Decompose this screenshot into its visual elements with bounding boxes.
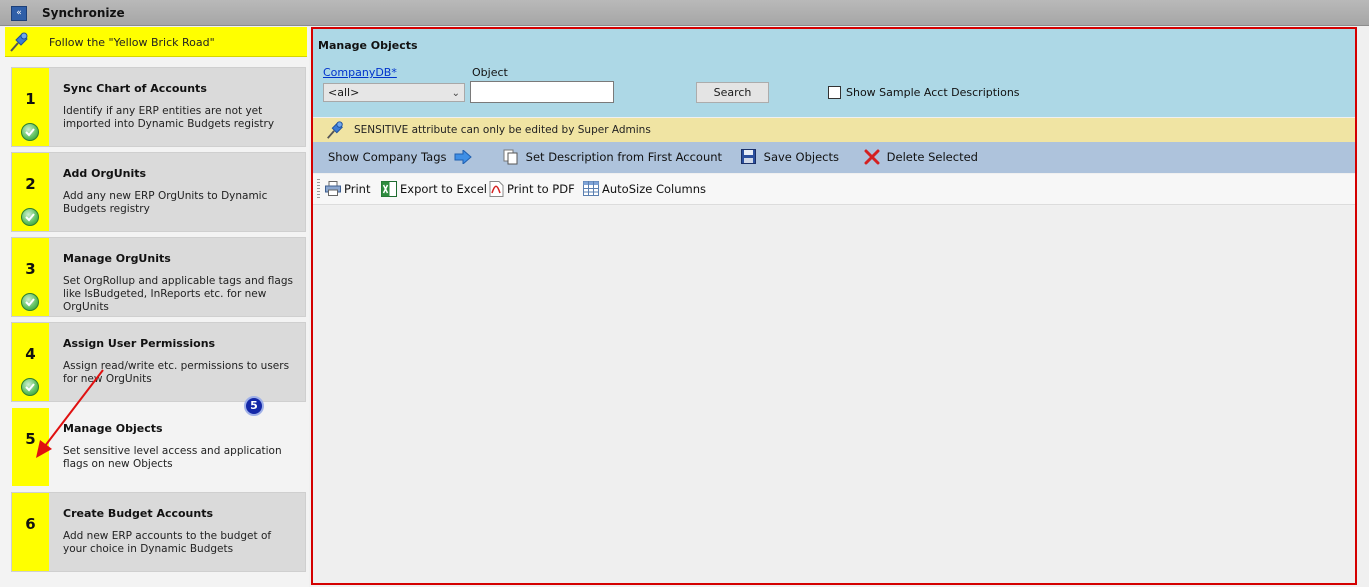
print-label: Print — [344, 182, 371, 196]
title-bar: « Synchronize — [0, 0, 1369, 26]
show-company-tags-label: Show Company Tags — [328, 150, 447, 164]
step-title: Manage OrgUnits — [63, 252, 171, 265]
action-bar: Show Company Tags Set Description from F… — [313, 142, 1355, 173]
sensitive-notice-text: SENSITIVE attribute can only be edited b… — [354, 124, 651, 136]
pdf-icon — [489, 180, 504, 197]
step-number: 1 — [25, 90, 36, 108]
step-description: Assign read/write etc. permissions to us… — [63, 360, 290, 385]
print-to-pdf-button[interactable]: Print to PDF — [489, 174, 575, 205]
step-description: Identify if any ERP entities are not yet… — [63, 105, 275, 130]
filter-header: Manage Objects CompanyDB* Object <all> ⌄… — [313, 29, 1355, 117]
manage-objects-panel: Manage Objects CompanyDB* Object <all> ⌄… — [311, 27, 1357, 585]
autosize-columns-button[interactable]: AutoSize Columns — [583, 174, 706, 205]
yellow-brick-road-banner: Follow the "Yellow Brick Road" — [5, 27, 307, 57]
set-description-button[interactable]: Set Description from First Account — [503, 142, 722, 173]
show-company-tags-button[interactable]: Show Company Tags — [328, 142, 472, 173]
step-number: 5 — [25, 430, 36, 448]
page-title: Manage Objects — [318, 39, 418, 52]
step-number: 4 — [25, 345, 36, 363]
collapse-panel-button[interactable]: « — [11, 6, 27, 21]
step-number-column: 4 — [12, 323, 49, 401]
document-copy-icon — [503, 149, 518, 164]
step-number: 3 — [25, 260, 36, 278]
set-description-label: Set Description from First Account — [525, 150, 723, 164]
step-description: Add any new ERP OrgUnits to Dynamic Budg… — [63, 190, 268, 215]
step-description: Set sensitive level access and applicati… — [63, 445, 282, 470]
show-sample-descriptions-checkbox[interactable] — [828, 86, 841, 99]
completed-check-icon — [21, 123, 39, 141]
search-button[interactable]: Search — [696, 82, 769, 103]
completed-check-icon — [21, 208, 39, 226]
yellow-brick-road-text: Follow the "Yellow Brick Road" — [49, 36, 215, 49]
delete-selected-label: Delete Selected — [886, 150, 978, 164]
export-to-excel-button[interactable]: Export to Excel — [381, 174, 487, 205]
object-search-input[interactable] — [470, 81, 614, 103]
step-title: Assign User Permissions — [63, 337, 216, 350]
company-db-link[interactable]: CompanyDB* — [323, 66, 397, 79]
arrow-right-icon — [454, 149, 472, 164]
pushpin-icon — [10, 32, 28, 52]
step-card-1[interactable]: 1 Sync Chart of Accounts Identify if any E… — [11, 67, 306, 147]
print-button[interactable]: Print — [325, 174, 370, 205]
show-sample-descriptions-label: Show Sample Acct Descriptions — [846, 86, 1020, 99]
completed-check-icon — [21, 293, 39, 311]
delete-selected-button[interactable]: Delete Selected — [864, 142, 978, 173]
company-db-select[interactable]: <all> ⌄ — [323, 83, 465, 102]
step-number-column: 6 — [12, 493, 49, 571]
autosize-columns-label: AutoSize Columns — [602, 182, 706, 196]
printer-icon — [325, 181, 341, 196]
steps-sidebar: Follow the "Yellow Brick Road" 1 Sync Cha… — [0, 27, 309, 587]
step-card-2[interactable]: 2 Add OrgUnits Add any new ERP OrgUnits to… — [11, 152, 306, 232]
step-title: Sync Chart of Accounts — [63, 82, 207, 95]
step-title: Add OrgUnits — [63, 167, 147, 180]
save-objects-label: Save Objects — [763, 150, 839, 164]
step-card-6[interactable]: 6 Create Budget Accounts Add new ERP accou… — [11, 492, 306, 572]
step-number-column: 5 — [12, 408, 49, 486]
sensitive-notice-bar: SENSITIVE attribute can only be edited b… — [313, 118, 1355, 142]
pushpin-icon — [327, 121, 343, 139]
step-card-5[interactable]: 5 Manage Objects Set sensitive level acces… — [11, 407, 306, 487]
grid-toolbar: Print Export to Excel Print to PDF AutoS… — [313, 174, 1355, 205]
excel-icon — [381, 180, 397, 197]
step-number-callout: 5 — [244, 396, 264, 416]
step-card-3[interactable]: 3 Manage OrgUnits Set OrgRollup and applic… — [11, 237, 306, 317]
company-db-value: <all> — [328, 86, 360, 99]
objects-grid-area[interactable] — [313, 206, 1355, 583]
chevron-down-icon: ⌄ — [451, 88, 460, 99]
completed-check-icon — [21, 378, 39, 396]
export-to-excel-label: Export to Excel — [400, 182, 487, 196]
delete-x-icon — [864, 149, 880, 164]
step-number-column: 2 — [12, 153, 49, 231]
print-to-pdf-label: Print to PDF — [507, 182, 575, 196]
step-title: Create Budget Accounts — [63, 507, 214, 520]
window-title: Synchronize — [42, 6, 125, 20]
step-number-column: 1 — [12, 68, 49, 146]
object-label: Object — [472, 66, 508, 79]
save-disk-icon — [741, 149, 756, 164]
step-description: Set OrgRollup and applicable tags and fl… — [63, 275, 293, 313]
step-number: 6 — [25, 515, 36, 533]
step-description: Add new ERP accounts to the budget of yo… — [63, 530, 272, 555]
save-objects-button[interactable]: Save Objects — [741, 142, 839, 173]
step-title: Manage Objects — [63, 422, 163, 435]
step-number: 2 — [25, 175, 36, 193]
step-card-4[interactable]: 4 Assign User Permissions Assign read/writ… — [11, 322, 306, 402]
toolbar-grip-handle[interactable] — [317, 179, 320, 199]
table-columns-icon — [583, 181, 599, 196]
step-number-column: 3 — [12, 238, 49, 316]
